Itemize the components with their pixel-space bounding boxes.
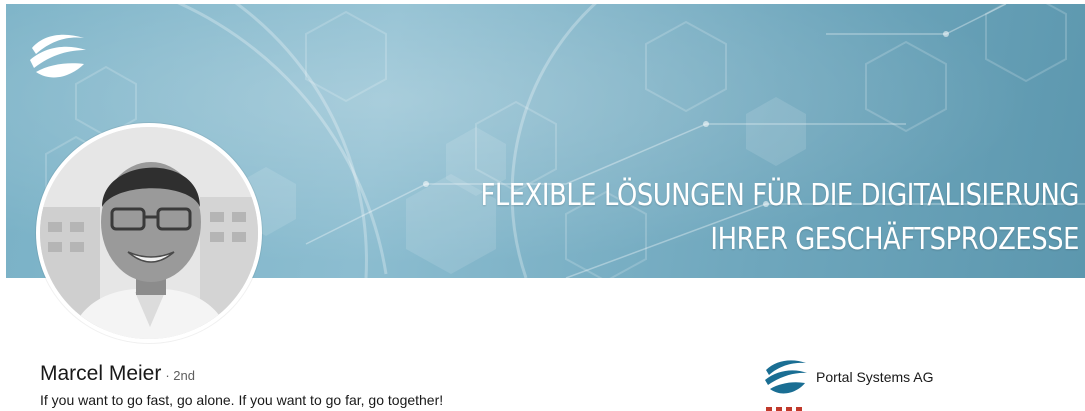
profile-card: FLEXIBLE LÖSUNGEN FÜR DIE DIGITALISIERUN… — [0, 0, 1085, 411]
banner-headline-line2: IHRER GESCHÄFTSPROZESSE — [710, 222, 1079, 257]
profile-photo — [40, 127, 258, 339]
profile-name-row: Marcel Meier · 2nd — [40, 362, 195, 386]
profile-tagline: If you want to go fast, go alone. If you… — [40, 392, 444, 408]
banner-headline: FLEXIBLE LÖSUNGEN FÜR DIE DIGITALISIERUN… — [383, 174, 1079, 262]
company-accent-dots — [766, 407, 802, 411]
portal-wave-logo-icon — [30, 34, 86, 78]
connection-degree-badge: · 2nd — [165, 368, 195, 383]
company-name: Portal Systems AG — [816, 369, 934, 385]
banner-headline-line1: FLEXIBLE LÖSUNGEN FÜR DIE DIGITALISIERUN… — [480, 178, 1079, 213]
current-company[interactable]: Portal Systems AG — [762, 354, 933, 400]
profile-avatar[interactable] — [36, 123, 262, 343]
portal-wave-logo-icon — [765, 360, 807, 394]
profile-name[interactable]: Marcel Meier — [40, 362, 161, 386]
